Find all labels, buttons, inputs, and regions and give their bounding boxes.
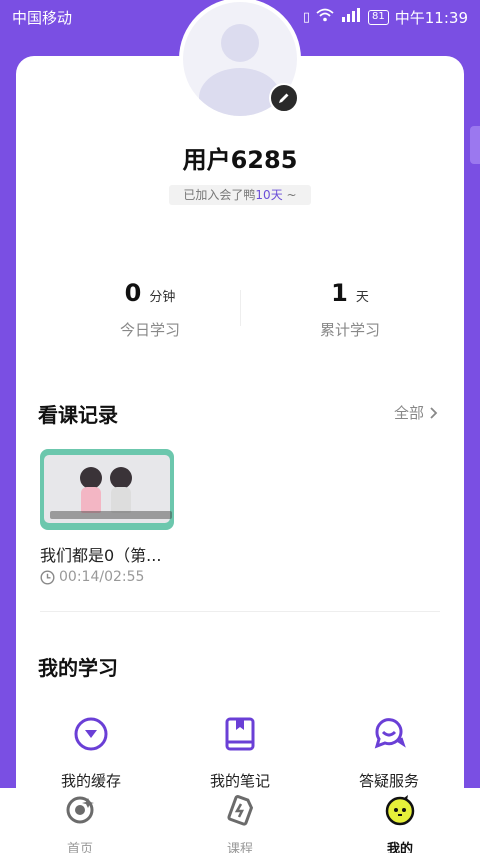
status-time: 中午11:39 bbox=[394, 9, 468, 27]
username: 用户6285 bbox=[182, 146, 298, 174]
my-notes-button[interactable]: 我的笔记 bbox=[185, 716, 295, 791]
course-icon bbox=[227, 795, 254, 826]
join-prefix: 已加入会了鸭 bbox=[183, 188, 256, 202]
signal-icon bbox=[340, 8, 362, 27]
battery-indicator: 81 bbox=[368, 10, 389, 25]
stats-divider bbox=[240, 290, 241, 326]
course-title[interactable]: 我们都是0（第... bbox=[40, 542, 161, 566]
my-cache-button[interactable]: 我的缓存 bbox=[36, 716, 146, 791]
nav-home[interactable]: 首页 bbox=[0, 788, 160, 853]
course-progress: 00:14/02:55 bbox=[40, 569, 144, 585]
nav-course-label: 课程 bbox=[226, 842, 253, 853]
today-study-unit: 分钟 bbox=[149, 290, 176, 305]
course-progress-text: 00:14/02:55 bbox=[59, 569, 145, 585]
qa-service-button[interactable]: 答疑服务 bbox=[334, 716, 444, 791]
nav-home-label: 首页 bbox=[66, 842, 93, 853]
edit-profile-button[interactable] bbox=[269, 83, 299, 113]
course-thumbnail[interactable] bbox=[40, 449, 174, 530]
my-study-section-title: 我的学习 bbox=[38, 656, 118, 680]
nav-course[interactable]: 课程 bbox=[160, 788, 320, 853]
notebook-icon bbox=[225, 717, 255, 751]
bottom-navigation: 首页 课程 我的 bbox=[0, 788, 480, 853]
pencil-icon bbox=[279, 93, 289, 103]
join-badge: 已加入会了鸭10天 ~ bbox=[169, 185, 311, 205]
stat-today: 0 分钟 今日学习 bbox=[60, 279, 240, 340]
clock-icon bbox=[40, 569, 55, 585]
history-section-title: 看课记录 bbox=[38, 403, 118, 427]
stat-total: 1天 累计学习 bbox=[260, 279, 440, 340]
all-link-label: 全部 bbox=[393, 404, 424, 422]
profile-mascot-icon bbox=[385, 795, 415, 826]
chat-help-icon bbox=[374, 718, 406, 749]
total-study-label: 累计学习 bbox=[319, 321, 380, 339]
today-study-value: 0 bbox=[124, 279, 142, 307]
today-study-label: 今日学习 bbox=[119, 321, 180, 339]
vibrate-icon: ▯ bbox=[302, 9, 311, 25]
carrier-name: 中国移动 bbox=[12, 9, 73, 27]
history-all-link[interactable]: 全部 bbox=[394, 402, 438, 423]
section-divider bbox=[40, 611, 440, 612]
total-study-unit: 天 bbox=[355, 290, 369, 305]
home-icon bbox=[66, 796, 94, 824]
download-cache-icon bbox=[74, 717, 108, 751]
join-days: 10天 bbox=[255, 188, 283, 202]
total-study-value: 1 bbox=[331, 279, 348, 307]
join-suffix: ~ bbox=[282, 188, 297, 202]
nav-profile[interactable]: 我的 bbox=[320, 788, 480, 853]
chevron-right-icon bbox=[430, 406, 438, 419]
nav-profile-label: 我的 bbox=[386, 842, 413, 853]
wifi-icon bbox=[316, 8, 334, 27]
